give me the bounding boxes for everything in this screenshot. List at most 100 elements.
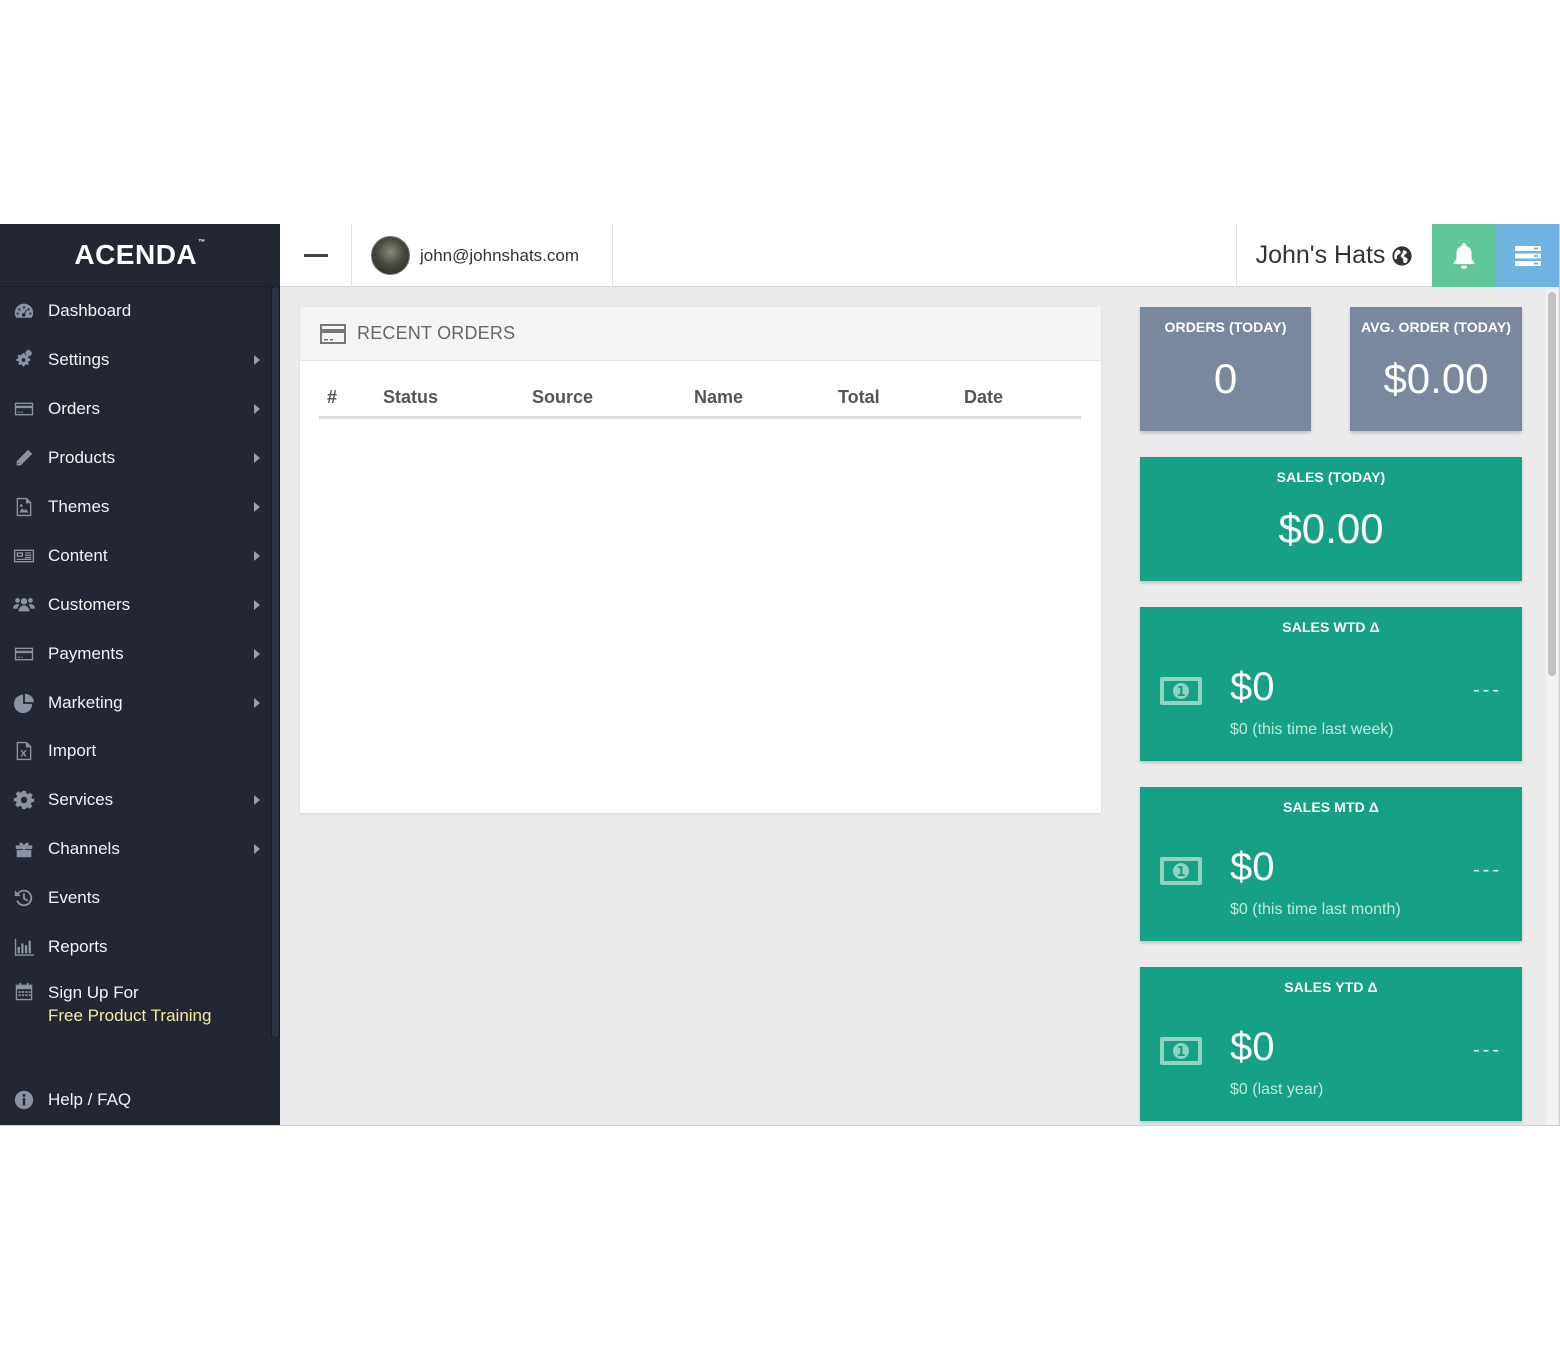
card-value: $0.00: [1383, 355, 1489, 402]
sales-mtd-card[interactable]: SALES MTD Δ 1 $0 $0 (this time last mont…: [1140, 787, 1522, 941]
sidebar-item-label: Payments: [48, 643, 124, 663]
sales-today-card[interactable]: SALES (TODAY) $0.00: [1140, 457, 1522, 581]
sidebar-item-training[interactable]: Sign Up For Free Product Training: [0, 971, 270, 1035]
bar-chart-icon: [0, 936, 48, 958]
recent-orders-title: RECENT ORDERS: [357, 323, 516, 343]
sales-ytd-card[interactable]: SALES YTD Δ 1 $0 $0 (last year) ---: [1140, 967, 1522, 1121]
sidebar: ACENDA™ Dashboard Settings Orders Produc…: [0, 224, 280, 1125]
logo[interactable]: ACENDA™: [0, 224, 280, 287]
users-icon: [0, 594, 48, 616]
avg-order-today-card[interactable]: AVG. ORDER (TODAY) $0.00: [1350, 307, 1522, 431]
chevron-right-icon: [254, 550, 260, 561]
sidebar-item-products[interactable]: Products: [0, 434, 270, 483]
card-title: SALES MTD Δ: [1283, 799, 1379, 815]
app-window: ACENDA™ Dashboard Settings Orders Produc…: [0, 224, 1560, 1126]
sales-wtd-card[interactable]: SALES WTD Δ 1 $0 $0 (this time last week…: [1140, 607, 1522, 761]
svg-text:1: 1: [1176, 685, 1185, 700]
sidebar-item-reports[interactable]: Reports: [0, 923, 270, 972]
image-file-icon: [0, 496, 48, 518]
sidebar-item-dashboard[interactable]: Dashboard: [0, 287, 270, 336]
store-selector[interactable]: John's Hats: [1236, 224, 1432, 287]
sidebar-item-label: Themes: [48, 497, 110, 516]
calendar-icon: [0, 981, 48, 1003]
notifications-button[interactable]: [1432, 224, 1496, 287]
training-text: Sign Up For Free Product Training: [48, 981, 211, 1027]
sidebar-nav: Dashboard Settings Orders Products Theme…: [0, 287, 270, 1035]
sidebar-item-help[interactable]: Help / FAQ: [0, 1076, 270, 1124]
sidebar-item-marketing[interactable]: Marketing: [0, 678, 270, 727]
bell-icon: [1453, 242, 1475, 269]
user-email: john@johnshats.com: [420, 245, 580, 265]
minus-icon: [303, 254, 328, 257]
training-line1: Sign Up For: [48, 983, 139, 1003]
gift-icon: [0, 838, 48, 860]
sidebar-item-orders[interactable]: Orders: [0, 385, 270, 434]
excel-file-icon: [0, 740, 48, 762]
sidebar-item-label: Content: [48, 545, 108, 565]
card-value: $0: [1230, 1025, 1275, 1069]
user-menu[interactable]: john@johnshats.com: [352, 224, 613, 287]
sidebar-item-channels[interactable]: Channels: [0, 825, 270, 874]
collapse-menu-button[interactable]: [280, 224, 352, 287]
column-header-status[interactable]: Status: [375, 387, 524, 419]
sidebar-item-label: Dashboard: [48, 301, 132, 321]
avatar: [371, 236, 410, 275]
column-header-total[interactable]: Total: [830, 387, 956, 419]
sidebar-item-settings[interactable]: Settings: [0, 336, 270, 385]
column-header-source[interactable]: Source: [524, 387, 686, 419]
card-comparison: $0 (this time last month): [1230, 901, 1401, 918]
column-header-number[interactable]: #: [319, 387, 375, 419]
column-header-date[interactable]: Date: [956, 387, 1081, 419]
gears-icon: [0, 349, 48, 371]
sidebar-item-content[interactable]: Content: [0, 531, 270, 580]
sidebar-scrollbar[interactable]: [271, 287, 280, 1037]
store-name: John's Hats: [1255, 241, 1386, 269]
sidebar-item-customers[interactable]: Customers: [0, 580, 270, 629]
sidebar-item-label: Channels: [48, 839, 120, 859]
sidebar-item-themes[interactable]: Themes: [0, 483, 270, 532]
svg-text:1: 1: [1176, 1045, 1185, 1060]
sidebar-item-label: Reports: [48, 937, 108, 957]
info-icon: [0, 1089, 48, 1111]
column-header-name[interactable]: Name: [686, 387, 830, 419]
card-comparison: $0 (last year): [1230, 1081, 1324, 1098]
pencil-icon: [0, 447, 48, 469]
credit-card-icon: [320, 323, 346, 344]
sidebar-scroll-thumb[interactable]: [272, 287, 279, 1037]
sidebar-item-label: Orders: [48, 399, 100, 419]
card-value: 0: [1213, 355, 1238, 402]
orders-today-card[interactable]: ORDERS (TODAY) 0: [1140, 307, 1311, 431]
table-header-row: # Status Source Name Total Date: [319, 387, 1081, 419]
sidebar-item-events[interactable]: Events: [0, 874, 270, 923]
card-delta: ---: [1473, 679, 1502, 701]
main-scroll-thumb[interactable]: [1548, 292, 1556, 676]
pie-chart-icon: [0, 692, 48, 714]
credit-card-icon: [0, 398, 48, 420]
server-icon: [1515, 245, 1541, 266]
recent-orders-table: # Status Source Name Total Date: [319, 387, 1081, 419]
sidebar-item-label: Products: [48, 448, 116, 468]
sidebar-item-payments[interactable]: Payments: [0, 629, 270, 678]
chevron-right-icon: [254, 844, 260, 855]
help-label: Help / FAQ: [48, 1090, 132, 1109]
credit-card-icon: [0, 643, 48, 665]
svg-text:1: 1: [1176, 865, 1185, 880]
logo-text: ACENDA™: [74, 239, 206, 270]
sidebar-item-services[interactable]: Services: [0, 776, 270, 825]
card-value: $0.00: [1278, 505, 1384, 552]
main-scrollbar[interactable]: [1546, 290, 1558, 1125]
sidebar-item-label: Customers: [48, 594, 131, 614]
card-title: SALES (TODAY): [1276, 469, 1386, 485]
chevron-right-icon: [254, 355, 260, 366]
card-title: SALES WTD Δ: [1282, 619, 1380, 635]
chevron-right-icon: [254, 599, 260, 610]
gear-icon: [0, 789, 48, 811]
server-menu-button[interactable]: [1496, 224, 1559, 287]
sidebar-item-import[interactable]: Import: [0, 727, 270, 776]
sidebar-item-label: Import: [48, 741, 97, 761]
recent-orders-header: RECENT ORDERS: [300, 307, 1101, 361]
chevron-right-icon: [254, 502, 260, 512]
recent-orders-panel: RECENT ORDERS # Status Source Name Total…: [300, 307, 1101, 813]
chevron-right-icon: [254, 697, 260, 708]
topbar: john@johnshats.com John's Hats: [280, 224, 1559, 287]
